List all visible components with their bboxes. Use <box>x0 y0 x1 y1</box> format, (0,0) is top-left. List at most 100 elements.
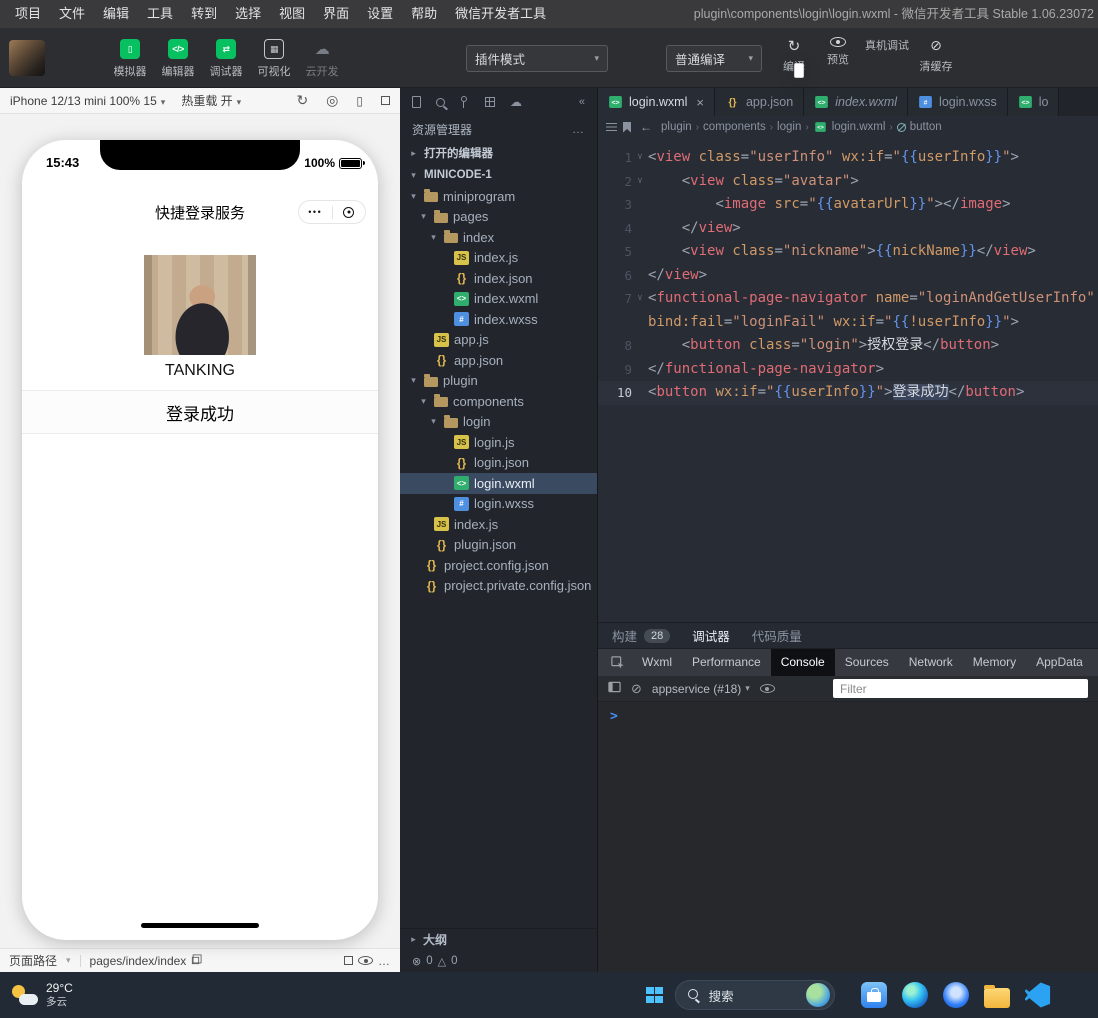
tree-item-app.json[interactable]: app.json <box>400 350 597 371</box>
code-line[interactable]: bind:fail="loginFail" wx:if="{{!userInfo… <box>598 311 1098 335</box>
code-line[interactable]: 4 </view> <box>598 217 1098 241</box>
code-line[interactable]: 1 ∨ <view class="userInfo" wx:if="{{userIn… <box>598 146 1098 170</box>
tree-item-project.config.json[interactable]: project.config.json <box>400 555 597 576</box>
tree-item-index.js[interactable]: index.js <box>400 514 597 535</box>
project-root-section[interactable]: ▾ MINICODE-1 <box>400 164 597 186</box>
more-icon[interactable]: ••• <box>299 200 332 224</box>
code-line[interactable]: 7 ∨ <functional-page-navigator name="login… <box>598 287 1098 311</box>
close-tab-icon[interactable]: × <box>696 95 704 110</box>
code-line[interactable]: 6 </view> <box>598 264 1098 288</box>
panel-tab-appdata[interactable]: AppData <box>1026 649 1093 676</box>
tab-debugger[interactable]: 调试器 <box>692 626 730 645</box>
context-select[interactable]: appservice (#18) ▾ <box>652 682 750 696</box>
compile-mode-select[interactable]: 普通编译 ▾ <box>666 45 762 72</box>
menu-item-微信开发者工具[interactable]: 微信开发者工具 <box>446 0 555 28</box>
breadcrumb-components[interactable]: components <box>703 121 766 133</box>
menu-item-界面[interactable]: 界面 <box>314 0 358 28</box>
open-editors-section[interactable]: ▸ 打开的编辑器 <box>400 142 597 164</box>
tree-item-login.json[interactable]: login.json <box>400 453 597 474</box>
code-area[interactable]: 1 ∨ <view class="userInfo" wx:if="{{userIn… <box>598 138 1098 622</box>
tree-item-index[interactable]: ▾ index <box>400 227 597 248</box>
editor-tab-login.wxml[interactable]: login.wxml× <box>598 88 715 116</box>
console-output[interactable]: > <box>598 702 1098 972</box>
sim-refresh-icon[interactable]: ↻ <box>296 92 308 109</box>
taskbar-search[interactable]: 搜索 <box>674 980 835 1010</box>
toolbar-simulator-button[interactable]: ▯ 模拟器 <box>107 36 153 79</box>
more-actions-icon[interactable]: … <box>572 122 585 136</box>
extensions-icon[interactable] <box>485 97 495 107</box>
toolbar-visualizer-button[interactable]: ▦ 可视化 <box>251 36 297 79</box>
code-line[interactable]: 9 </functional-page-navigator> <box>598 358 1098 382</box>
device-select[interactable]: iPhone 12/13 mini 100% 15 ▾ <box>10 94 165 108</box>
file-explorer-icon[interactable] <box>983 984 1010 1008</box>
editor-tab-app.json[interactable]: app.json <box>714 88 805 116</box>
menu-item-文件[interactable]: 文件 <box>50 0 94 28</box>
panel-tab-network[interactable]: Network <box>899 649 963 676</box>
filter-input[interactable]: Filter <box>833 679 1088 698</box>
hot-reload-toggle[interactable]: 热重载 开 ▾ <box>181 92 241 109</box>
tree-item-index.wxss[interactable]: index.wxss <box>400 309 597 330</box>
bookmark-icon[interactable] <box>623 121 631 133</box>
start-button[interactable] <box>646 986 663 1004</box>
preview-button[interactable]: 预览 <box>816 37 860 74</box>
tree-item-plugin.json[interactable]: plugin.json <box>400 535 597 556</box>
fold-icon[interactable]: ∨ <box>632 287 648 311</box>
browser-icon[interactable] <box>942 982 969 1008</box>
git-branch-icon[interactable] <box>460 96 470 108</box>
page-path-label[interactable]: 页面路径 <box>9 952 57 969</box>
outline-list-icon[interactable] <box>606 122 617 125</box>
menu-item-选择[interactable]: 选择 <box>226 0 270 28</box>
tree-item-index.wxml[interactable]: index.wxml <box>400 289 597 310</box>
edge-browser-icon[interactable] <box>901 982 928 1008</box>
tree-item-index.json[interactable]: index.json <box>400 268 597 289</box>
tree-item-project.private.config.json[interactable]: project.private.config.json <box>400 576 597 597</box>
panel-tab-sources[interactable]: Sources <box>835 649 899 676</box>
minimize-capsule-icon[interactable] <box>333 206 366 218</box>
breadcrumb-login.wxml[interactable]: login.wxml <box>813 120 885 134</box>
panel-tab-memory[interactable]: Memory <box>963 649 1026 676</box>
sim-device-icon[interactable]: ▯ <box>356 94 363 108</box>
more-options-icon[interactable]: … <box>378 954 391 968</box>
sim-window-icon[interactable] <box>381 93 393 105</box>
inspect-icon[interactable] <box>604 655 632 670</box>
editor-tab-lo[interactable]: lo <box>1007 88 1060 116</box>
remote-debug-button[interactable]: 真机调试 <box>794 37 914 78</box>
menu-item-帮助[interactable]: 帮助 <box>402 0 446 28</box>
toolbar-editor-button[interactable]: </> 编辑器 <box>155 36 201 79</box>
tree-item-index.js[interactable]: index.js <box>400 248 597 269</box>
tab-build[interactable]: 构建 28 <box>612 626 671 645</box>
editor-tab-login.wxss[interactable]: login.wxss <box>908 88 1008 116</box>
vscode-icon[interactable] <box>1024 982 1051 1008</box>
code-line[interactable]: 10 <button wx:if="{{userInfo}}">登录成功</but… <box>598 381 1098 405</box>
menu-item-项目[interactable]: 项目 <box>6 0 50 28</box>
tab-code-quality[interactable]: 代码质量 <box>752 626 802 645</box>
menu-item-编辑[interactable]: 编辑 <box>94 0 138 28</box>
menu-item-视图[interactable]: 视图 <box>270 0 314 28</box>
eye-icon[interactable] <box>759 684 775 693</box>
external-window-icon[interactable] <box>344 953 356 965</box>
panel-tab-console[interactable]: Console <box>770 649 835 676</box>
menu-item-设置[interactable]: 设置 <box>358 0 402 28</box>
login-success-button[interactable]: 登录成功 <box>22 390 378 434</box>
eye-icon[interactable] <box>358 956 373 965</box>
user-avatar[interactable] <box>9 39 45 76</box>
tree-item-login.js[interactable]: login.js <box>400 432 597 453</box>
files-icon[interactable] <box>412 96 421 108</box>
tree-item-login.wxml[interactable]: login.wxml <box>400 473 597 494</box>
store-icon[interactable] <box>860 982 887 1008</box>
sim-record-icon[interactable]: ◎ <box>326 92 338 109</box>
breadcrumb-button[interactable]: button <box>896 121 942 133</box>
fold-icon[interactable]: ∨ <box>632 170 648 194</box>
code-line[interactable]: 5 <view class="nickname">{{nickName}}</v… <box>598 240 1098 264</box>
tree-item-miniprogram[interactable]: ▾ miniprogram <box>400 186 597 207</box>
tree-item-login.wxss[interactable]: login.wxss <box>400 494 597 515</box>
panel-tab-wxml[interactable]: Wxml <box>632 649 682 676</box>
code-line[interactable]: 3 <image src="{{avatarUrl}}"></image> <box>598 193 1098 217</box>
console-sidebar-icon[interactable] <box>608 681 621 696</box>
breadcrumb-login[interactable]: login <box>777 121 801 133</box>
problems-status[interactable]: ⊗ 0 △ 0 <box>400 950 597 972</box>
outline-section[interactable]: ▸ 大纲 <box>400 928 597 950</box>
cloud-icon[interactable]: ☁ <box>510 96 522 108</box>
code-line[interactable]: 2 ∨ <view class="avatar"> <box>598 170 1098 194</box>
taskbar-weather[interactable]: 29°C 多云 <box>0 981 73 1008</box>
